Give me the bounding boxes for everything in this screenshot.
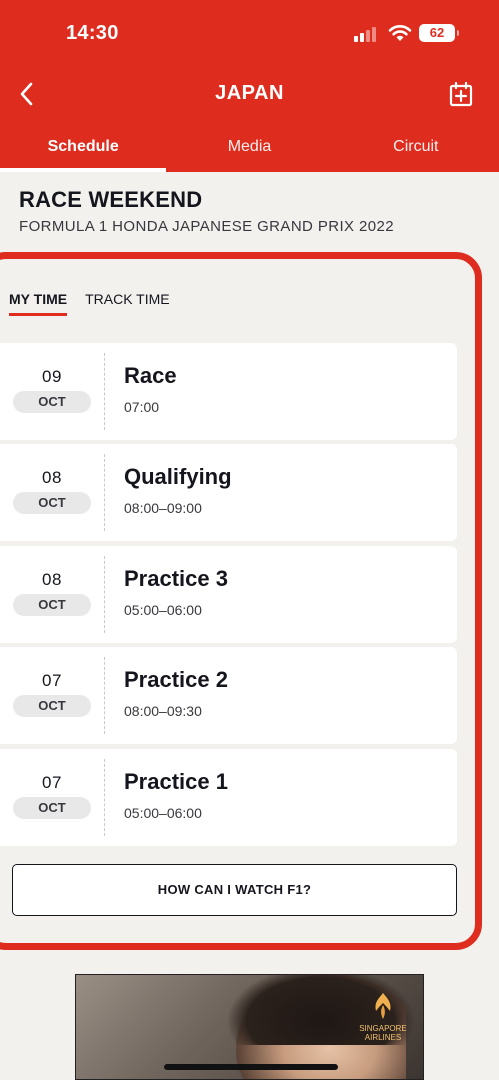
- divider: [104, 759, 105, 836]
- tab-circuit[interactable]: Circuit: [333, 128, 499, 172]
- session-day: 07: [42, 671, 62, 690]
- battery-indicator: 62: [419, 24, 459, 42]
- time-zone-toggle: MY TIME TRACK TIME: [9, 291, 170, 316]
- event-name: FORMULA 1 HONDA JAPANESE GRAND PRIX 2022: [19, 218, 394, 235]
- session-time: 08:00–09:30: [124, 703, 202, 719]
- session-day: 07: [42, 773, 62, 792]
- session-month: OCT: [13, 492, 91, 514]
- ad-brand-line-2: AIRLINES: [364, 1033, 402, 1042]
- divider: [104, 657, 105, 734]
- session-time: 07:00: [124, 399, 160, 415]
- divider: [104, 353, 105, 430]
- session-name: Practice 3: [124, 566, 228, 591]
- wifi-icon: [388, 24, 412, 41]
- session-row-qualifying[interactable]: 08 OCT Qualifying 08:00–09:00: [0, 444, 457, 541]
- how-to-watch-button[interactable]: HOW CAN I WATCH F1?: [12, 864, 457, 916]
- ad-brand-line-1: SINGAPORE: [359, 1024, 407, 1033]
- page-title: JAPAN: [215, 82, 284, 104]
- status-time: 14:30: [66, 22, 119, 44]
- session-month: OCT: [13, 391, 91, 413]
- airline-logo: SINGAPORE AIRLINES: [359, 991, 407, 1042]
- tab-schedule[interactable]: Schedule: [0, 128, 167, 172]
- tab-bar: Schedule Media Circuit: [0, 128, 499, 172]
- home-indicator[interactable]: [164, 1064, 338, 1070]
- session-name: Practice 1: [124, 769, 228, 794]
- session-row-practice-3[interactable]: 08 OCT Practice 3 05:00–06:00: [0, 546, 457, 643]
- cellular-signal-icon: [354, 26, 380, 42]
- session-time: 05:00–06:00: [124, 805, 202, 821]
- my-time-option[interactable]: MY TIME: [9, 291, 68, 316]
- session-day: 09: [42, 367, 62, 386]
- add-to-calendar-icon[interactable]: [449, 81, 473, 107]
- session-day: 08: [42, 570, 62, 589]
- session-row-practice-2[interactable]: 07 OCT Practice 2 08:00–09:30: [0, 647, 457, 744]
- app-header: 14:30 62 JAPAN Schedule Media Circuit: [0, 0, 499, 172]
- session-name: Qualifying: [124, 464, 232, 489]
- session-month: OCT: [13, 695, 91, 717]
- session-day: 08: [42, 468, 62, 487]
- divider: [104, 556, 105, 633]
- track-time-option[interactable]: TRACK TIME: [85, 291, 170, 315]
- session-month: OCT: [13, 594, 91, 616]
- session-time: 05:00–06:00: [124, 602, 202, 618]
- section-title: RACE WEEKEND: [19, 187, 203, 212]
- tab-media[interactable]: Media: [166, 128, 332, 172]
- session-name: Practice 2: [124, 667, 228, 692]
- divider: [104, 454, 105, 531]
- bird-logo-icon: [375, 993, 391, 1019]
- session-name: Race: [124, 363, 177, 388]
- session-row-race[interactable]: 09 OCT Race 07:00: [0, 343, 457, 440]
- session-time: 08:00–09:00: [124, 500, 202, 516]
- session-month: OCT: [13, 797, 91, 819]
- session-row-practice-1[interactable]: 07 OCT Practice 1 05:00–06:00: [0, 749, 457, 846]
